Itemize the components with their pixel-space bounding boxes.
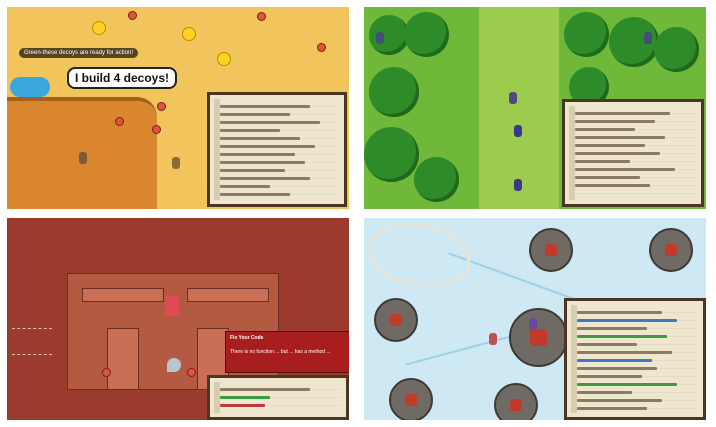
cobweb	[12, 328, 52, 355]
decoy-marker	[157, 102, 166, 111]
code-line	[577, 383, 677, 386]
code-line	[220, 404, 265, 407]
code-line	[577, 407, 647, 410]
dungeon-level-screenshot: Fix Your Code There is no function ... b…	[7, 218, 349, 420]
decoy-marker	[152, 125, 161, 134]
marker-icon	[187, 368, 196, 377]
tree-icon	[564, 12, 609, 57]
shield-icon	[167, 358, 181, 372]
code-line	[575, 184, 650, 187]
code-line	[575, 168, 675, 171]
tower-pad	[389, 378, 433, 420]
tower-pad	[509, 308, 568, 367]
code-line	[575, 112, 670, 115]
code-line	[575, 128, 635, 131]
status-tag: Green-these decoys are ready for action!	[19, 48, 139, 58]
dungeon-wall	[187, 288, 269, 302]
code-line	[220, 193, 290, 196]
code-line	[220, 137, 300, 140]
tree-icon	[654, 27, 699, 72]
hero-icon	[172, 157, 180, 169]
code-line	[220, 105, 310, 108]
tower-pad	[374, 298, 418, 342]
code-line	[220, 145, 315, 148]
coin-icon	[92, 21, 106, 35]
code-line	[220, 388, 310, 391]
hero-icon	[514, 125, 522, 137]
code-line	[575, 120, 655, 123]
tree-icon	[369, 67, 419, 117]
dungeon-wall	[107, 328, 139, 390]
hero-icon	[644, 32, 652, 44]
decoy-marker	[317, 43, 326, 52]
error-title: Fix Your Code	[230, 335, 264, 341]
code-line	[575, 160, 630, 163]
code-line	[577, 327, 647, 330]
code-line	[577, 319, 677, 322]
hero-icon	[376, 32, 384, 44]
error-dialog[interactable]: Fix Your Code There is no function ... b…	[225, 331, 349, 373]
code-editor[interactable]	[564, 298, 706, 420]
code-line	[220, 169, 285, 172]
ice-level-screenshot	[364, 218, 706, 420]
code-line	[577, 399, 662, 402]
code-line	[220, 185, 270, 188]
water-pool	[10, 77, 50, 97]
code-line	[577, 335, 667, 338]
code-line	[220, 129, 280, 132]
tower-pad	[649, 228, 693, 272]
speech-bubble: I build 4 decoys!	[67, 67, 178, 89]
tree-icon	[404, 12, 449, 57]
tree-icon	[364, 127, 419, 182]
hero-icon	[509, 92, 517, 104]
code-line	[220, 121, 320, 124]
hero-icon	[514, 179, 522, 191]
code-line	[220, 113, 290, 116]
code-line	[220, 177, 310, 180]
tree-icon	[414, 157, 459, 202]
code-line	[577, 311, 662, 314]
hero-icon	[79, 152, 87, 164]
tower-pad	[529, 228, 573, 272]
hero-icon	[529, 318, 537, 330]
forest-level-screenshot	[364, 7, 706, 209]
code-line	[575, 152, 660, 155]
skeleton-icon	[369, 223, 470, 284]
code-line	[577, 375, 642, 378]
decoy-marker	[115, 117, 124, 126]
tower-pad	[494, 383, 538, 420]
code-editor[interactable]	[207, 375, 349, 420]
code-line	[575, 176, 640, 179]
code-editor[interactable]	[207, 92, 347, 207]
code-line	[577, 367, 657, 370]
code-line	[220, 161, 305, 164]
coin-icon	[182, 27, 196, 41]
code-line	[575, 136, 665, 139]
dungeon-wall	[82, 288, 164, 302]
marker-icon	[102, 368, 111, 377]
code-line	[577, 351, 672, 354]
code-line	[575, 144, 645, 147]
hero-icon	[165, 296, 179, 316]
code-line	[577, 391, 632, 394]
decoy-marker	[257, 12, 266, 21]
decoy-marker	[128, 11, 137, 20]
ice-crack	[405, 332, 523, 366]
code-line	[577, 359, 652, 362]
code-line	[577, 343, 637, 346]
desert-level-screenshot: Green-these decoys are ready for action!…	[7, 7, 349, 209]
code-line	[220, 396, 270, 399]
hero-icon	[489, 333, 497, 345]
error-message: There is no function ... but ... has a m…	[230, 349, 331, 355]
code-editor[interactable]	[562, 99, 704, 207]
code-line	[220, 153, 295, 156]
tree-icon	[369, 15, 409, 55]
coin-icon	[217, 52, 231, 66]
